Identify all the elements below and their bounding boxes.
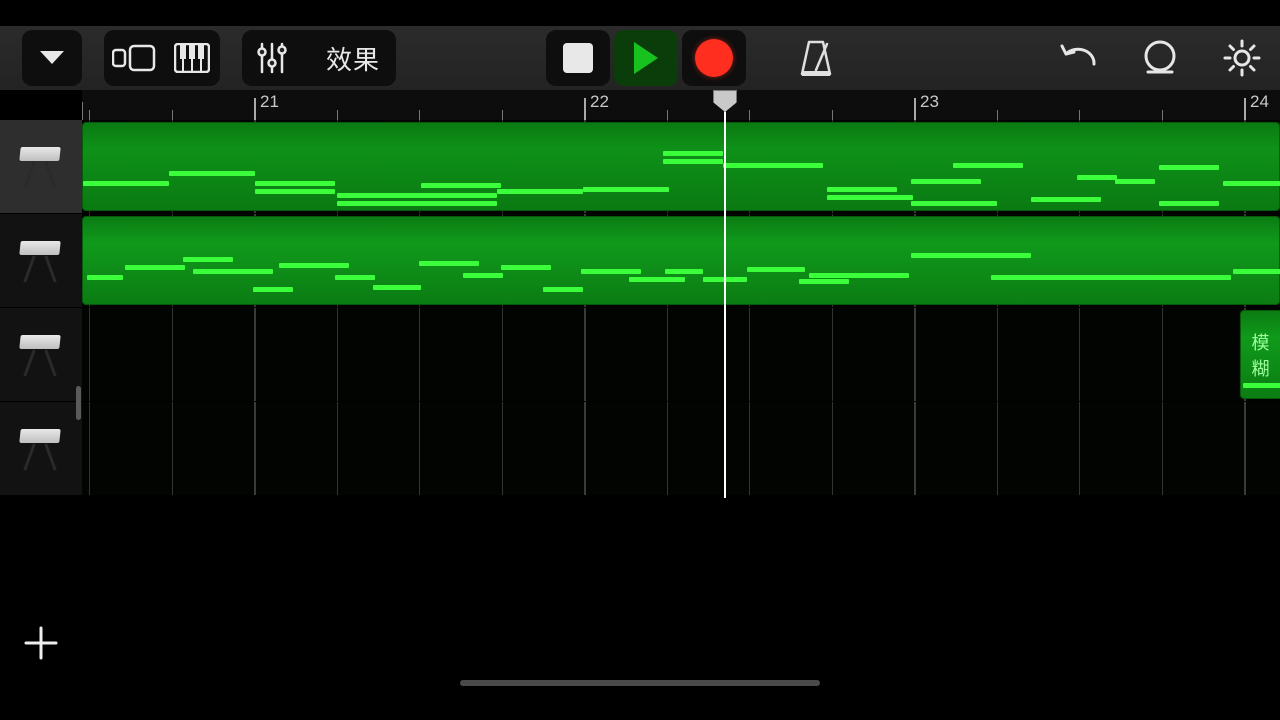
- midi-region[interactable]: [82, 122, 1280, 211]
- midi-note: [255, 181, 335, 186]
- stop-icon: [563, 43, 593, 73]
- midi-note: [463, 273, 503, 278]
- midi-note: [799, 279, 849, 284]
- metronome-icon: [797, 38, 835, 78]
- midi-note: [809, 273, 909, 278]
- track-headers: [0, 120, 82, 496]
- midi-note: [125, 265, 185, 270]
- track-lane[interactable]: [82, 214, 1280, 308]
- metronome-button[interactable]: [788, 30, 844, 86]
- view-menu-button[interactable]: [22, 30, 82, 86]
- midi-note: [1159, 165, 1219, 170]
- midi-note: [1223, 181, 1280, 186]
- record-icon: [695, 39, 733, 77]
- midi-note: [581, 269, 641, 274]
- midi-note: [497, 189, 583, 194]
- ruler-bar-label: 24: [1250, 92, 1269, 112]
- midi-note: [1159, 201, 1219, 206]
- ruler-bar-label: 21: [260, 92, 279, 112]
- plus-icon: [22, 624, 60, 662]
- midi-note: [193, 269, 273, 274]
- midi-note: [253, 287, 293, 292]
- midi-note: [911, 201, 997, 206]
- midi-note: [827, 187, 897, 192]
- track-header[interactable]: [0, 308, 82, 402]
- transport: [542, 30, 746, 86]
- track-view-button[interactable]: [104, 30, 164, 86]
- track-lane[interactable]: [82, 120, 1280, 214]
- midi-note: [255, 189, 335, 194]
- track-header[interactable]: [0, 214, 82, 308]
- keyboard-instrument-icon: [16, 241, 66, 281]
- midi-note: [1243, 383, 1280, 388]
- midi-note: [543, 287, 583, 292]
- ruler-bar-label: 22: [590, 92, 609, 112]
- midi-note: [723, 163, 823, 168]
- midi-note: [279, 263, 349, 268]
- midi-note: [183, 257, 233, 262]
- track-area[interactable]: 模糊: [82, 120, 1280, 496]
- midi-note: [663, 159, 723, 164]
- midi-note: [911, 253, 1031, 258]
- playhead[interactable]: [724, 90, 726, 498]
- midi-note: [1115, 179, 1155, 184]
- midi-note: [911, 179, 981, 184]
- play-button[interactable]: [614, 30, 678, 86]
- add-track-button[interactable]: [0, 602, 82, 684]
- sidebar-scroll-thumb[interactable]: [76, 386, 81, 420]
- midi-note: [953, 163, 1023, 168]
- midi-note: [827, 195, 913, 200]
- keyboard-instrument-icon: [16, 429, 66, 469]
- midi-note: [87, 275, 123, 280]
- midi-note: [337, 193, 497, 198]
- ruler-bar-label: 23: [920, 92, 939, 112]
- keyboard-instrument-icon: [16, 147, 66, 187]
- tracks-icon: [112, 44, 156, 72]
- gear-icon: [1223, 39, 1261, 77]
- midi-note: [421, 183, 501, 188]
- midi-note: [83, 181, 169, 186]
- midi-note: [1233, 269, 1280, 274]
- midi-note: [1077, 175, 1117, 180]
- midi-note: [629, 277, 685, 282]
- midi-note: [335, 275, 375, 280]
- midi-note: [747, 267, 805, 272]
- midi-note: [1031, 197, 1101, 202]
- piano-icon: [174, 43, 210, 73]
- timeline-ruler[interactable]: 21 22 23 24: [82, 90, 1280, 120]
- play-icon: [634, 42, 658, 74]
- undo-icon: [1058, 42, 1098, 74]
- track-lane[interactable]: 模糊: [82, 308, 1280, 402]
- effects-button[interactable]: 效果: [302, 30, 396, 86]
- midi-note: [169, 171, 255, 176]
- midi-note: [663, 151, 723, 156]
- midi-note: [337, 201, 497, 206]
- settings-button[interactable]: [1220, 30, 1264, 86]
- record-button[interactable]: [682, 30, 746, 86]
- track-header[interactable]: [0, 120, 82, 214]
- home-indicator: [460, 680, 820, 686]
- loop-button[interactable]: [1138, 30, 1182, 86]
- track-header[interactable]: [0, 402, 82, 496]
- midi-region[interactable]: [82, 216, 1280, 305]
- stop-button[interactable]: [546, 30, 610, 86]
- loop-icon: [1140, 38, 1180, 78]
- keyboard-instrument-icon: [16, 335, 66, 375]
- midi-note: [991, 275, 1231, 280]
- track-lane[interactable]: [82, 402, 1280, 496]
- midi-region[interactable]: 模糊: [1240, 310, 1280, 399]
- effects-label: 效果: [326, 40, 380, 77]
- sliders-icon: [255, 41, 289, 75]
- midi-note: [373, 285, 421, 290]
- midi-note: [419, 261, 479, 266]
- midi-note: [665, 269, 703, 274]
- midi-note: [583, 187, 669, 192]
- midi-note: [501, 265, 551, 270]
- region-label: 模糊: [1252, 329, 1273, 381]
- undo-button[interactable]: [1056, 30, 1100, 86]
- instrument-view-button[interactable]: [164, 30, 220, 86]
- chevron-down-icon: [38, 49, 66, 67]
- fx-sliders-button[interactable]: [242, 30, 302, 86]
- toolbar: 效果: [0, 26, 1280, 90]
